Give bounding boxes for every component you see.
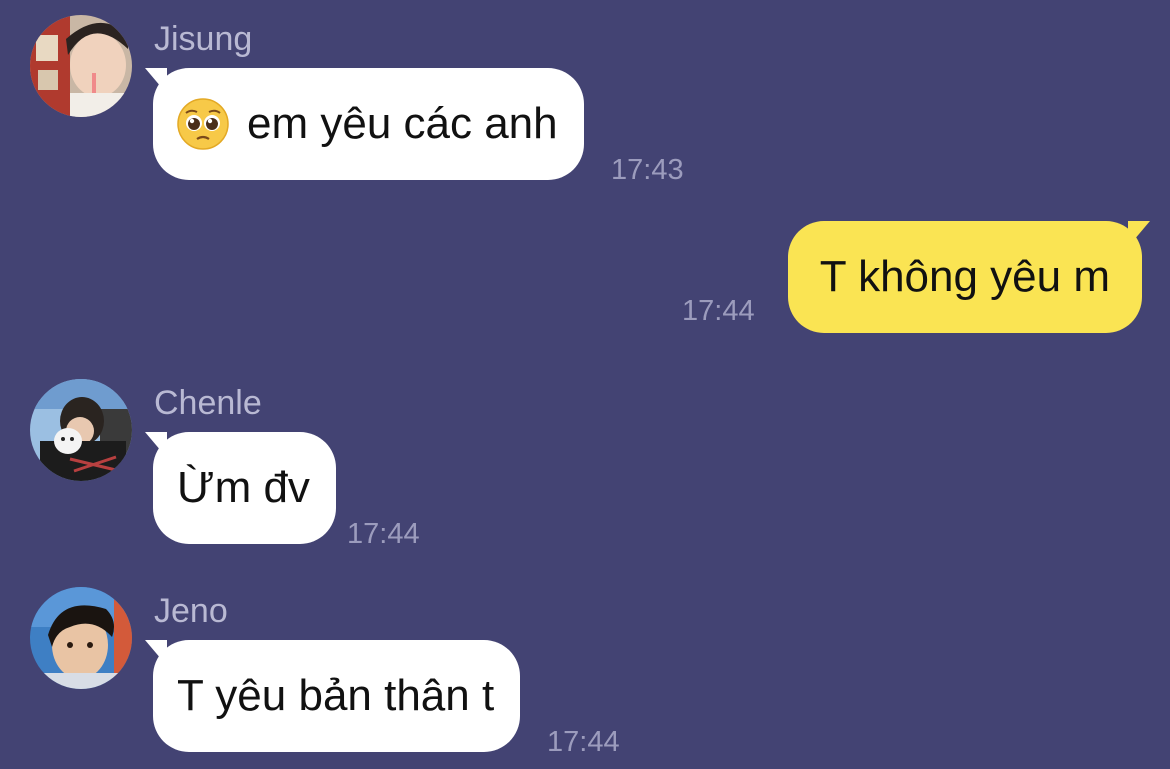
bubble-tail [145,432,167,458]
message-bubble[interactable]: Ừm đv [145,432,336,544]
message-bubble[interactable]: em yêu các anh [145,68,584,180]
message-text: T yêu bản thân t [177,671,495,720]
avatar-jisung[interactable] [30,15,132,117]
message-text: T không yêu m [819,252,1110,301]
avatar-chenle[interactable] [30,379,132,481]
timestamp: 17:43 [611,154,684,186]
sender-name: Chenle [154,384,262,422]
bubble-tail [145,68,167,94]
timestamp: 17:44 [547,726,620,758]
message-text: Ừm đv [177,463,310,512]
message-bubble[interactable]: T yêu bản thân t [145,640,521,752]
timestamp: 17:44 [347,518,420,550]
message-bubble-outgoing[interactable]: T không yêu m [787,221,1150,333]
sender-name: Jisung [154,20,253,58]
avatar-jeno[interactable] [30,587,132,689]
timestamp: 17:44 [682,295,755,327]
bubble-tail [1128,221,1150,247]
bubble-tail [145,640,167,666]
pleading-face-icon [177,98,229,150]
message-text: em yêu các anh [247,99,558,148]
chat-thread: Jisung em yêu các anh 17:43 T không yêu … [0,0,1170,769]
sender-name: Jeno [154,592,228,630]
